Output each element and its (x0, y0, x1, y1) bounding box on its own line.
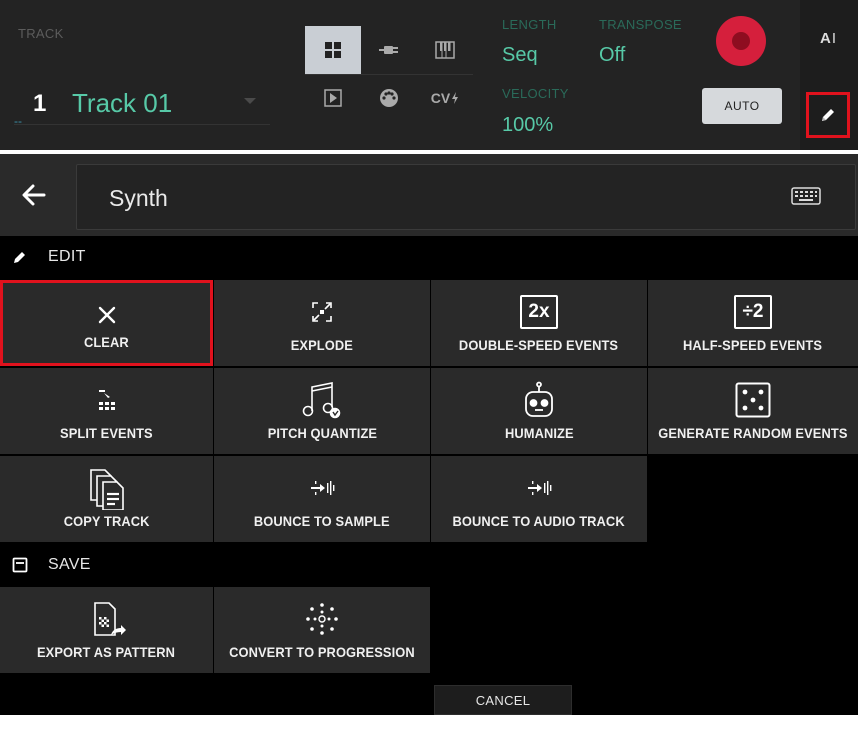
tile-label: GENERATE RANDOM EVENTS (658, 425, 848, 441)
track-name-select[interactable]: Track 01 (72, 88, 172, 119)
dice-icon (648, 380, 858, 420)
track-name-field[interactable]: Synth (76, 164, 856, 230)
export-pattern-icon (0, 597, 213, 641)
tile-label: BOUNCE TO SAMPLE (254, 513, 390, 529)
pencil-icon (822, 109, 834, 121)
clear-x-icon (3, 295, 210, 335)
grid-icon (325, 42, 341, 58)
transpose-value[interactable]: Off (599, 44, 625, 67)
pitch-quantize-icon (214, 380, 430, 420)
mode-cv-button[interactable]: CV (417, 74, 473, 122)
back-button[interactable] (14, 180, 54, 210)
split-events-button[interactable]: SPLIT EVENTS (0, 368, 213, 454)
tile-label: EXPLODE (290, 337, 354, 353)
half-speed-events-button[interactable]: ÷2 HALF-SPEED EVENTS (648, 280, 858, 366)
chevron-down-icon[interactable] (244, 98, 256, 104)
bolt-icon (452, 92, 459, 104)
half-speed-icon: ÷2 (648, 292, 858, 332)
track-divider (14, 124, 270, 125)
convert-progression-icon (214, 599, 430, 639)
humanize-robot-icon (431, 380, 647, 420)
transpose-label: TRANSPOSE (599, 17, 682, 32)
convert-to-progression-button[interactable]: CONVERT TO PROGRESSION (214, 587, 430, 673)
export-as-pattern-button[interactable]: EXPORT AS PATTERN (0, 587, 213, 673)
tile-label: PITCH QUANTIZE (267, 425, 377, 441)
pitch-quantize-button[interactable]: PITCH QUANTIZE (214, 368, 430, 454)
double-speed-events-button[interactable]: 2x DOUBLE-SPEED EVENTS (431, 280, 647, 366)
bounce-to-sample-button[interactable]: BOUNCE TO SAMPLE (214, 456, 430, 542)
tile-label: CLEAR (84, 334, 129, 350)
humanize-button[interactable]: HUMANIZE (431, 368, 647, 454)
length-label: LENGTH (502, 17, 557, 32)
track-name-value: Synth (109, 185, 168, 211)
velocity-label: VELOCITY (502, 86, 569, 101)
menu-header: Synth (0, 154, 858, 236)
pencil-icon (12, 249, 32, 265)
auto-button[interactable]: AUTO (702, 88, 782, 124)
track-top-bar: TRACK 1 -- Track 01 CV LENGTH Seq TRANSP… (0, 0, 858, 150)
cv-label: CV (430, 90, 451, 106)
edit-pencil-button[interactable] (806, 92, 850, 138)
track-number-sub: -- (14, 114, 22, 128)
tile-label: BOUNCE TO AUDIO TRACK (452, 513, 626, 529)
save-section-title: SAVE (48, 556, 91, 573)
edit-section-title: EDIT (48, 248, 86, 265)
tile-label: DOUBLE-SPEED EVENTS (459, 337, 619, 353)
cancel-button[interactable]: CANCEL (434, 685, 572, 715)
mode-plugin-button[interactable] (361, 26, 417, 74)
bounce-sample-icon (214, 468, 430, 508)
track-number: 1 (33, 90, 47, 117)
mode-keys-button[interactable] (417, 26, 473, 74)
explode-button[interactable]: EXPLODE (214, 280, 430, 366)
copy-track-button[interactable]: COPY TRACK (0, 456, 213, 542)
piano-keys-icon (435, 41, 455, 59)
tile-label: SPLIT EVENTS (60, 425, 153, 441)
clip-play-icon (324, 89, 342, 107)
edit-menu-panel: Synth EDIT CLEAR EXPLODE 2x DOUBLE-SPEED… (0, 154, 858, 715)
double-speed-icon: 2x (431, 292, 647, 332)
save-disk-icon (12, 557, 32, 573)
tile-label: HALF-SPEED EVENTS (683, 337, 823, 353)
save-section-header: SAVE (0, 544, 858, 586)
text-cursor-icon: I (831, 30, 837, 47)
keyboard-icon[interactable] (791, 187, 821, 210)
clear-button[interactable]: CLEAR (0, 280, 213, 366)
tile-label: HUMANIZE (504, 425, 574, 441)
track-label: TRACK (18, 26, 64, 41)
copy-track-icon (0, 464, 213, 512)
record-dot-icon (732, 32, 750, 50)
plug-icon (379, 46, 398, 54)
length-value[interactable]: Seq (502, 44, 538, 67)
tile-label: EXPORT AS PATTERN (37, 644, 176, 660)
midi-port-icon (380, 89, 398, 107)
bounce-to-audio-track-button[interactable]: BOUNCE TO AUDIO TRACK (431, 456, 647, 542)
tile-label: CONVERT TO PROGRESSION (229, 644, 415, 660)
track-mode-panel: CV (305, 26, 473, 122)
arrow-left-icon (22, 184, 46, 206)
edit-section-header: EDIT (0, 236, 858, 278)
bounce-audio-icon (431, 468, 647, 508)
mode-clip-button[interactable] (305, 74, 361, 122)
mode-midi-button[interactable] (361, 74, 417, 122)
explode-icon (214, 292, 430, 332)
text-cursor-button[interactable]: AI (820, 30, 836, 47)
record-arm-button[interactable] (716, 16, 766, 66)
mode-grid-button[interactable] (305, 26, 361, 74)
generate-random-events-button[interactable]: GENERATE RANDOM EVENTS (648, 368, 858, 454)
split-events-icon (0, 380, 213, 420)
velocity-value[interactable]: 100% (502, 114, 553, 137)
tile-label: COPY TRACK (63, 513, 150, 529)
